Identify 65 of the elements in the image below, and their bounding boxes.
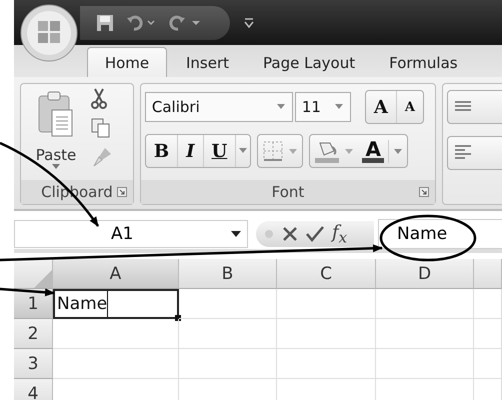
office-button[interactable] xyxy=(20,4,78,62)
table-cell[interactable] xyxy=(179,349,277,379)
table-cell[interactable] xyxy=(277,289,376,319)
font-size-field[interactable]: 11 xyxy=(294,92,351,122)
table-cell[interactable] xyxy=(53,349,179,379)
customize-menu-icon[interactable] xyxy=(244,16,254,28)
caret-icon xyxy=(52,164,60,170)
borders-icon[interactable] xyxy=(262,140,284,162)
dialog-launcher-icon[interactable] xyxy=(116,187,127,197)
ribbon-tab[interactable]: Insert xyxy=(171,47,244,77)
group-label: Font xyxy=(272,183,304,201)
row-header[interactable]: 1 xyxy=(14,289,53,319)
column-header[interactable]: C xyxy=(277,259,376,289)
font-size: 11 xyxy=(302,98,321,116)
table-cell[interactable] xyxy=(376,289,474,319)
shrink-font-button[interactable]: A xyxy=(396,91,423,123)
triangle-icon xyxy=(32,268,52,288)
scissors-icon[interactable] xyxy=(91,88,107,110)
column-header[interactable]: B xyxy=(179,259,277,289)
table-cell[interactable] xyxy=(179,289,277,319)
annotation-arrow xyxy=(0,288,55,296)
name-box[interactable]: A1 xyxy=(14,220,248,248)
insert-function-button[interactable]: f$_{x}$ xyxy=(332,222,348,246)
table-cell[interactable]: Name xyxy=(53,289,179,319)
cell-reference: A1 xyxy=(111,224,134,244)
dot-icon xyxy=(264,229,274,239)
table-cell[interactable] xyxy=(53,319,179,349)
row-header[interactable]: 2 xyxy=(14,319,53,349)
row-header[interactable]: 3 xyxy=(14,349,53,379)
table-cell[interactable] xyxy=(376,319,474,349)
dialog-launcher-icon[interactable] xyxy=(419,187,429,197)
table-cell[interactable] xyxy=(474,319,502,349)
table-cell[interactable] xyxy=(376,349,474,379)
formula-field[interactable]: Name xyxy=(378,219,502,249)
undo-icon[interactable] xyxy=(126,14,156,32)
column-header[interactable]: A xyxy=(53,259,179,289)
align-top-icon[interactable] xyxy=(454,100,472,114)
table-cell[interactable] xyxy=(474,289,502,319)
save-icon[interactable] xyxy=(96,14,114,32)
font-name-field[interactable]: Calibri xyxy=(144,92,293,122)
redo-icon[interactable] xyxy=(168,14,202,32)
bold-button[interactable]: B xyxy=(146,135,178,167)
column-header[interactable]: D xyxy=(376,259,474,289)
table-cell[interactable] xyxy=(277,319,376,349)
ribbon-tab[interactable]: Home xyxy=(87,47,167,77)
formula-text: Name xyxy=(397,224,448,244)
format-painter-icon[interactable] xyxy=(91,146,113,168)
caret-icon[interactable] xyxy=(231,230,241,238)
table-cell[interactable] xyxy=(474,349,502,379)
table-cell[interactable] xyxy=(179,319,277,349)
italic-button[interactable]: I xyxy=(178,135,204,167)
table-cell[interactable] xyxy=(277,349,376,379)
row-header[interactable]: 4 xyxy=(14,379,53,400)
align-left-icon[interactable] xyxy=(454,144,472,162)
ribbon-tab[interactable]: Formulas xyxy=(374,47,473,77)
underline-button[interactable]: U xyxy=(204,135,236,167)
font-name: Calibri xyxy=(152,98,200,116)
cancel-icon[interactable] xyxy=(282,226,298,242)
copy-icon[interactable] xyxy=(91,118,111,138)
column-header[interactable] xyxy=(474,259,502,289)
grow-font-button[interactable]: A xyxy=(366,91,397,123)
paste-button[interactable]: Paste xyxy=(36,146,76,170)
enter-icon[interactable] xyxy=(306,226,324,242)
select-all-corner[interactable] xyxy=(14,259,53,289)
ribbon-tab[interactable]: Page Layout xyxy=(248,47,370,77)
